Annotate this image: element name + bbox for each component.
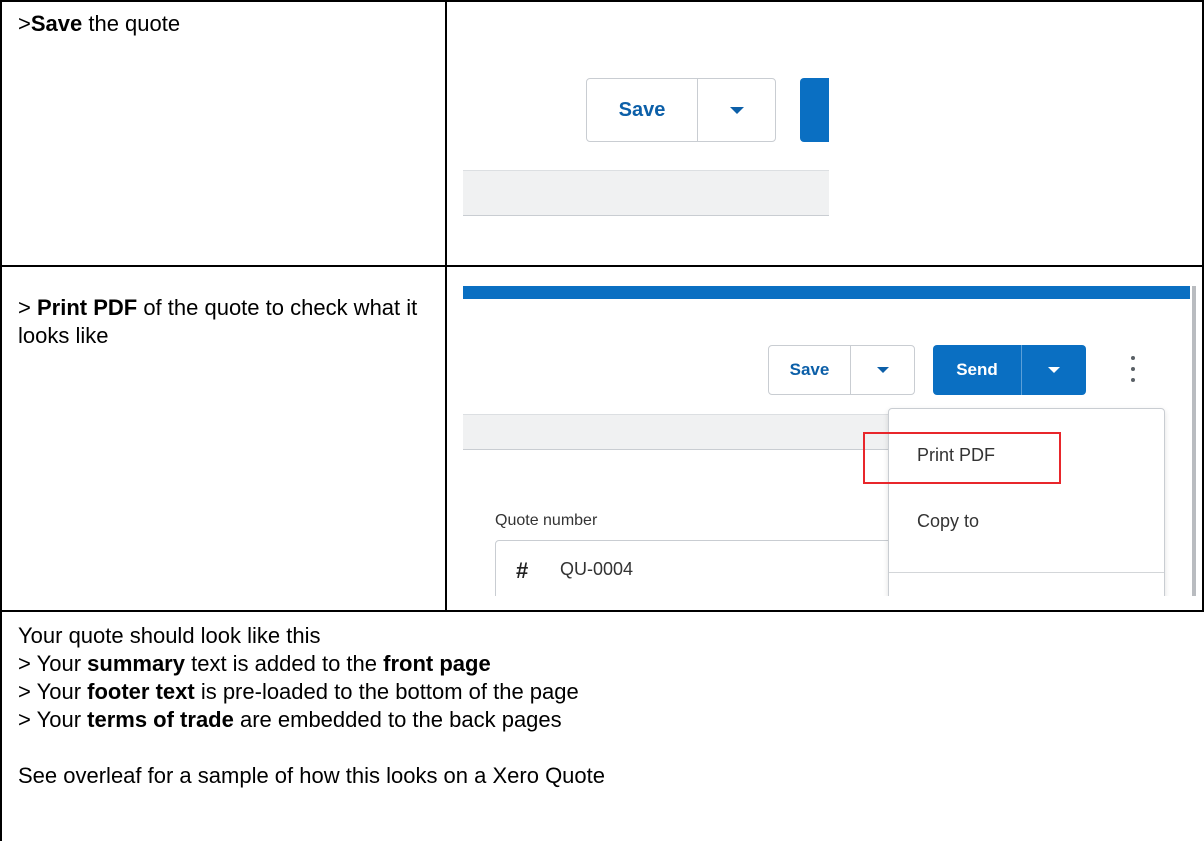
menu-divider — [889, 572, 1164, 573]
scrollbar[interactable] — [1192, 286, 1196, 596]
save-options-button[interactable] — [851, 346, 914, 394]
quote-number-label: Quote number — [495, 512, 598, 529]
table-border-top — [0, 0, 1204, 2]
quote-number-field[interactable]: # QU-0004 — [495, 540, 895, 596]
result-bullet-terms: > Your terms of trade are embedded to th… — [18, 707, 562, 732]
header-accent-bar — [463, 286, 1190, 299]
instruction-table: >Save the quote Save > Print PDF of the … — [0, 0, 1204, 841]
save-options-button[interactable] — [698, 79, 775, 141]
step-keyword: Save — [30, 11, 83, 36]
print-pdf-highlight-box — [863, 432, 1061, 484]
table-row-divider-1 — [0, 265, 1204, 267]
table-column-divider — [445, 0, 447, 612]
step-save-text: >Save the quote — [18, 10, 438, 38]
result-overleaf-note: See overleaf for a sample of how this lo… — [18, 763, 605, 788]
result-bullet-summary: > Your summary text is added to the fron… — [18, 651, 491, 676]
save-button[interactable]: Save — [769, 346, 851, 394]
step-prefix: > — [18, 11, 31, 36]
result-intro: Your quote should look like this — [18, 623, 321, 648]
save-split-button[interactable]: Save — [586, 78, 776, 142]
print-pdf-screenshot: Save Send Quote number # QU-0004 Print P… — [463, 286, 1198, 596]
toolbar-strip — [463, 414, 903, 450]
more-options-icon[interactable] — [1128, 356, 1138, 382]
chevron-down-icon — [876, 367, 889, 373]
send-options-button[interactable] — [1022, 345, 1086, 395]
menu-item-copy-to[interactable]: Copy to — [917, 511, 979, 532]
step-keyword: Print PDF — [36, 295, 138, 320]
save-screenshot: Save — [463, 44, 829, 234]
send-split-button[interactable]: Send — [933, 345, 1086, 395]
chevron-down-icon — [729, 106, 744, 114]
step-print-text: > Print PDF of the quote to check what i… — [18, 294, 428, 350]
quote-number-value: QU-0004 — [560, 559, 634, 579]
send-button[interactable]: Send — [933, 345, 1022, 395]
result-bullet-footer: > Your footer text is pre-loaded to the … — [18, 679, 579, 704]
result-description: Your quote should look like this > Your … — [18, 622, 1188, 790]
table-border-left — [0, 0, 2, 841]
save-button[interactable]: Save — [587, 79, 698, 141]
step-suffix: the quote — [82, 11, 181, 36]
send-button-partial[interactable] — [800, 78, 829, 142]
step-prefix: > — [18, 295, 37, 320]
chevron-down-icon — [1048, 367, 1060, 373]
toolbar-strip — [463, 170, 829, 216]
save-split-button[interactable]: Save — [768, 345, 915, 395]
hash-icon: # — [516, 558, 529, 583]
table-row-divider-2 — [0, 610, 1204, 612]
